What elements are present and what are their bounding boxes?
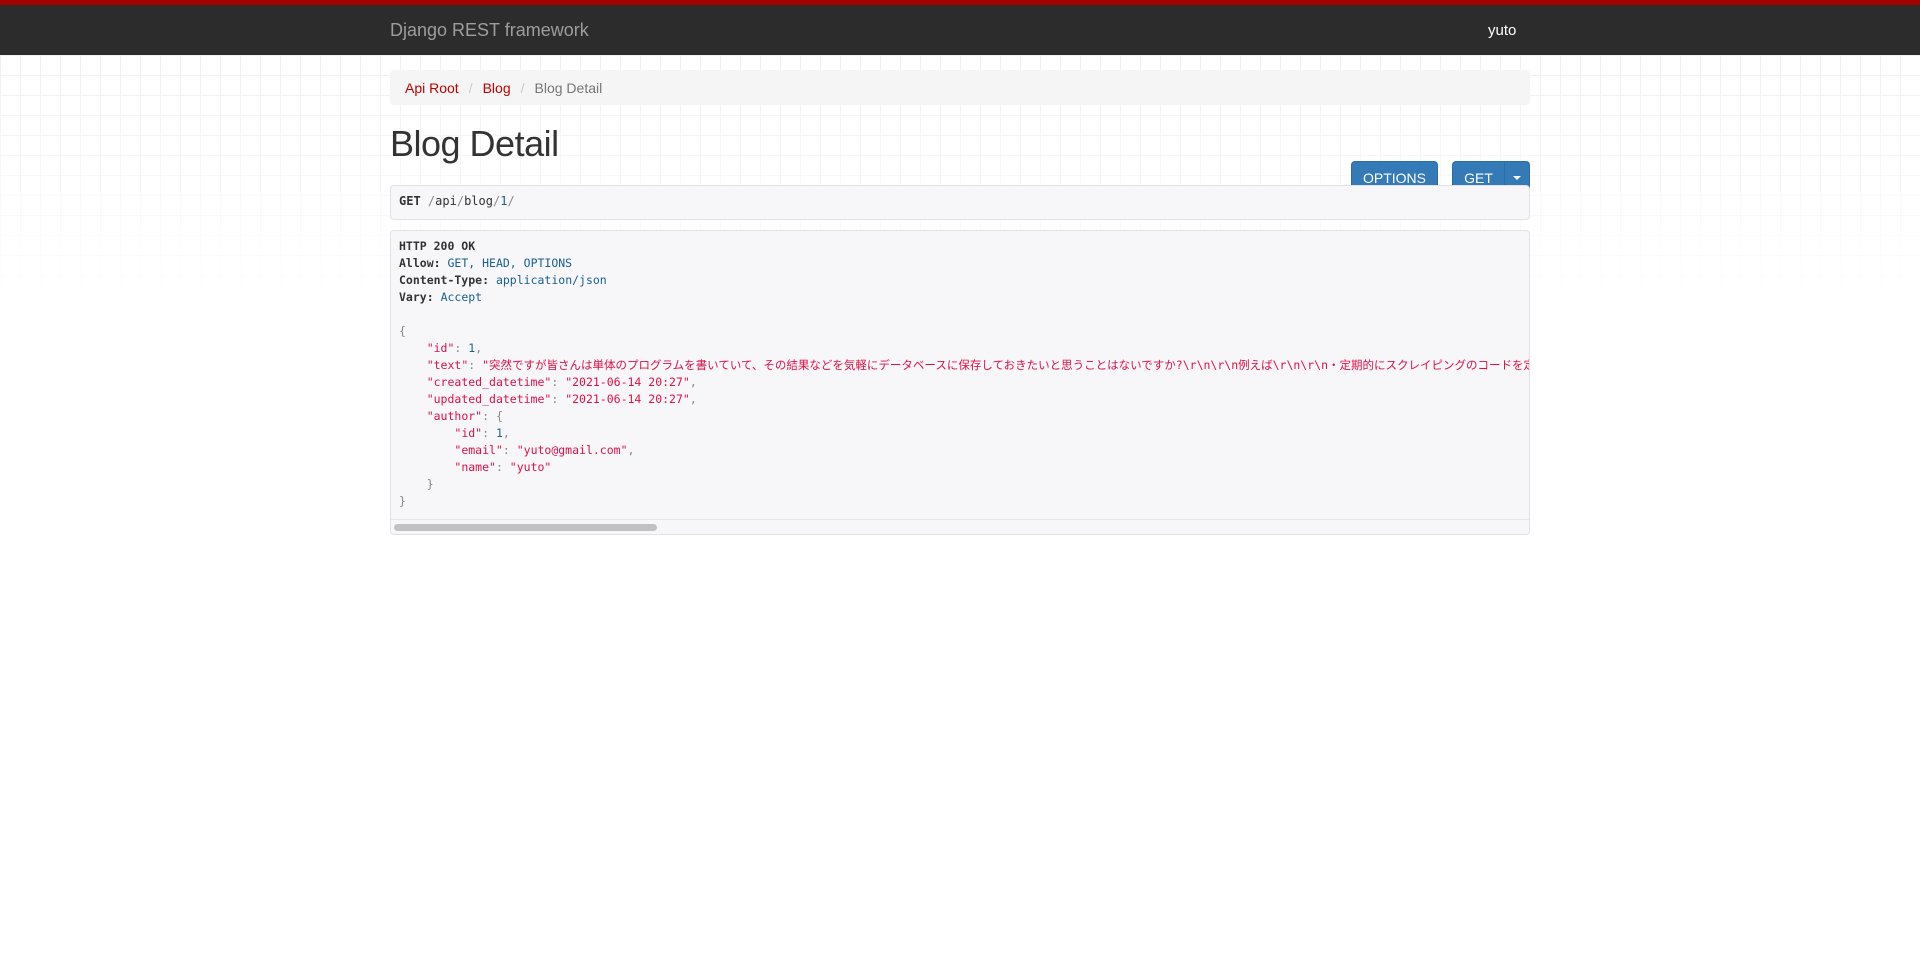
breadcrumb-separator: / xyxy=(520,79,525,96)
response-status: HTTP 200 OK xyxy=(399,239,476,253)
scrollbar-thumb[interactable] xyxy=(394,524,657,531)
breadcrumb-active: Blog Detail xyxy=(534,79,603,96)
user-menu[interactable]: yuto xyxy=(1488,22,1516,39)
navbar: Django REST framework yuto xyxy=(0,0,1920,55)
header-row: Blog Detail OPTIONS GET xyxy=(390,105,1530,195)
breadcrumb-separator: / xyxy=(468,79,473,96)
response-content[interactable]: HTTP 200 OK Allow: GET, HEAD, OPTIONS Co… xyxy=(391,231,1529,525)
request-info: GET /api/blog/1/ xyxy=(390,185,1530,220)
request-method: GET xyxy=(399,194,421,208)
response-info: HTTP 200 OK Allow: GET, HEAD, OPTIONS Co… xyxy=(390,230,1530,535)
caret-down-icon xyxy=(1513,176,1521,180)
main-container: Api Root / Blog / Blog Detail Blog Detai… xyxy=(390,70,1530,535)
breadcrumb-blog[interactable]: Blog xyxy=(483,80,511,96)
breadcrumb-api-root[interactable]: Api Root xyxy=(405,80,459,96)
breadcrumb: Api Root / Blog / Blog Detail xyxy=(390,70,1530,105)
horizontal-scrollbar[interactable] xyxy=(391,519,1529,534)
page-title: Blog Detail xyxy=(390,123,559,164)
brand-link[interactable]: Django REST framework xyxy=(390,20,589,41)
